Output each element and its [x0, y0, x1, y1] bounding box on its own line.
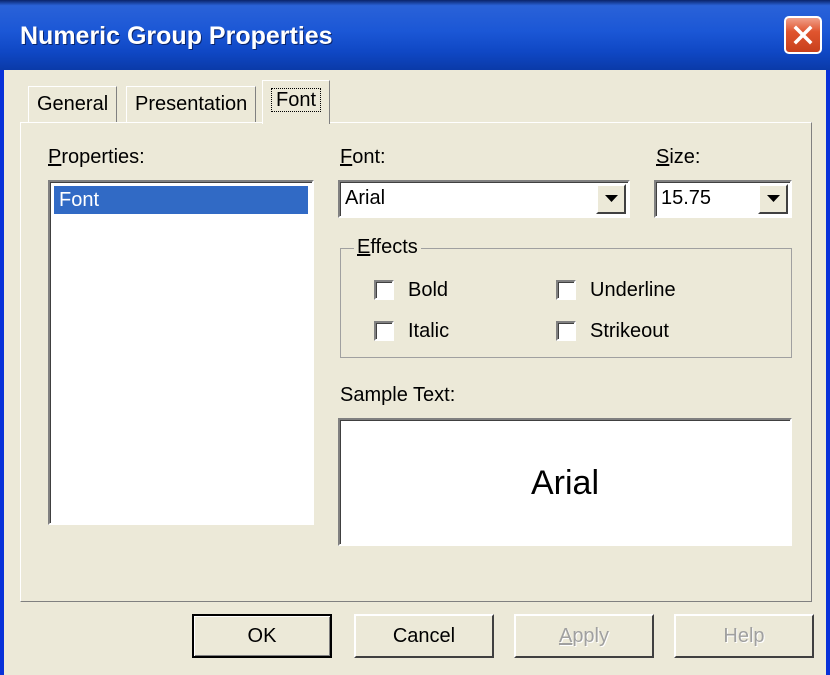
size-label-hotkey: S — [656, 146, 670, 168]
sample-text-label: Sample Text: — [340, 384, 456, 406]
help-button[interactable]: Help — [674, 614, 814, 658]
effects-title-rest: ffects — [370, 236, 418, 258]
font-select-value: Arial — [345, 187, 386, 209]
italic-label: Italic — [408, 320, 450, 342]
underline-label: Underline — [590, 279, 676, 301]
apply-button[interactable]: Apply — [514, 614, 654, 658]
apply-button-rest: pply — [572, 625, 610, 647]
properties-list[interactable]: Font — [48, 180, 314, 525]
italic-checkbox[interactable] — [374, 321, 394, 341]
size-select-value: 15.75 — [661, 187, 712, 209]
size-select[interactable]: 15.75 — [654, 180, 792, 218]
strikeout-checkbox[interactable] — [556, 321, 576, 341]
list-item[interactable]: Font — [54, 186, 308, 214]
chevron-down-icon — [767, 195, 780, 202]
tab-presentation-label: Presentation — [135, 93, 248, 115]
window-title: Numeric Group Properties — [20, 22, 333, 50]
tab-font-label: Font — [271, 88, 322, 112]
font-label: Font: — [340, 146, 386, 169]
close-button[interactable] — [784, 16, 822, 54]
size-dropdown-button[interactable] — [758, 184, 788, 214]
close-icon — [793, 25, 813, 45]
size-label: Size: — [656, 146, 700, 169]
properties-label-hotkey: P — [48, 146, 62, 168]
apply-button-hotkey: A — [558, 625, 573, 647]
sample-text: Arial — [530, 464, 600, 502]
tab-presentation[interactable]: Presentation — [126, 86, 257, 122]
effects-title: Effects — [354, 236, 421, 259]
tab-general-label: General — [37, 93, 109, 115]
sample-text-preview: Arial — [338, 418, 792, 546]
font-select[interactable]: Arial — [338, 180, 630, 218]
tab-font[interactable]: Font — [262, 80, 331, 124]
font-dropdown-button[interactable] — [596, 184, 626, 214]
properties-label: Properties: — [48, 146, 145, 169]
strikeout-label: Strikeout — [590, 320, 669, 342]
font-label-rest: ont: — [352, 146, 386, 168]
bold-checkbox[interactable] — [374, 280, 394, 300]
title-bar[interactable]: Numeric Group Properties — [0, 0, 830, 70]
underline-checkbox[interactable] — [556, 280, 576, 300]
effects-title-hotkey: E — [357, 236, 371, 258]
size-label-rest: ize: — [669, 146, 701, 168]
cancel-button[interactable]: Cancel — [354, 614, 494, 658]
font-label-hotkey: F — [340, 146, 353, 168]
properties-label-rest: roperties: — [61, 146, 145, 168]
ok-button[interactable]: OK — [192, 614, 332, 658]
bold-label: Bold — [408, 279, 449, 301]
tab-general[interactable]: General — [28, 86, 118, 122]
chevron-down-icon — [605, 195, 618, 202]
